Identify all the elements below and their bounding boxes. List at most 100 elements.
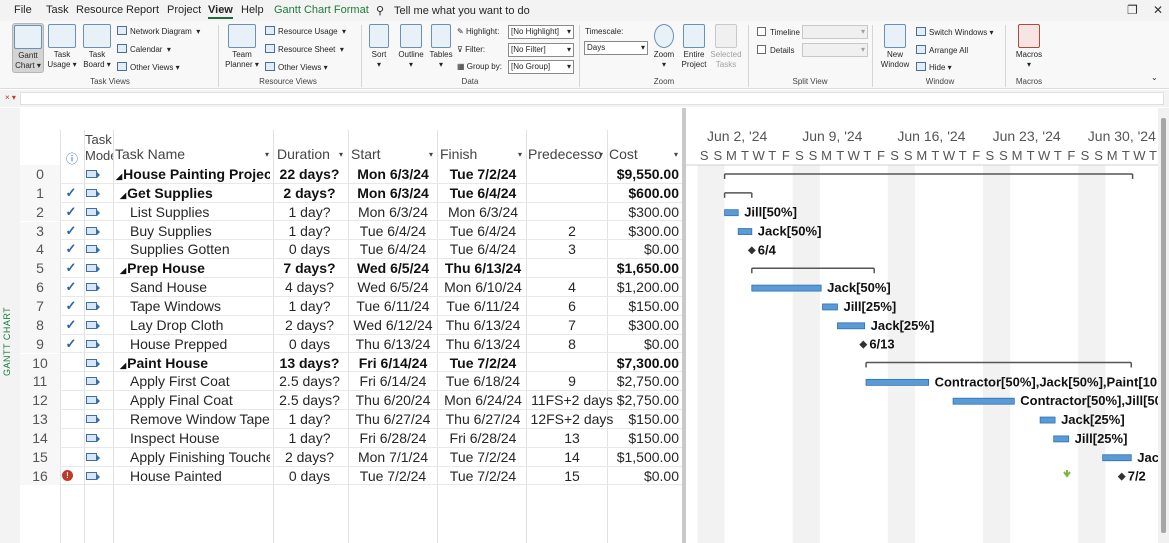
cost-cell[interactable]: $7,300.00 [614,354,679,373]
details-check-box[interactable] [757,45,766,54]
cost-cell[interactable]: $1,650.00 [614,259,679,278]
predecessors-cell[interactable]: 9 [530,372,614,391]
scrollbar-thumb[interactable] [1161,118,1166,533]
task-name-cell[interactable]: ◢Get Supplies [116,184,270,203]
duration-cell[interactable]: 13 days? [272,354,347,373]
start-cell[interactable]: Wed 6/12/24 [350,316,436,335]
cost-cell[interactable]: $0.00 [614,467,679,486]
finish-cell[interactable]: Tue 6/4/24 [439,222,527,241]
task-name-cell[interactable]: Apply Finishing Touches [116,448,270,467]
chevron-down-icon[interactable]: ▾ [339,150,343,159]
table-row[interactable]: 5 ✓ ◢Prep House 7 days? Wed 6/5/24 Thu 6… [20,259,682,279]
details-checkbox[interactable]: Details [757,45,794,55]
start-cell[interactable]: Thu 6/20/24 [350,391,436,410]
finish-cell[interactable]: Thu 6/13/24 [439,259,527,278]
table-row[interactable]: 1 ✓ ◢Get Supplies 2 days? Mon 6/3/24 Tue… [20,183,682,203]
predecessors-cell[interactable]: 3 [530,240,614,259]
start-cell[interactable]: Tue 6/4/24 [350,222,436,241]
task-name-cell[interactable]: Inspect House [116,429,270,448]
finish-cell[interactable]: Tue 7/2/24 [439,448,527,467]
duration-cell[interactable]: 2.5 days? [272,372,347,391]
duration-cell[interactable]: 0 days [272,335,347,354]
menu-resource[interactable]: Resource [76,4,123,16]
duration-cell[interactable]: 2 days? [272,316,347,335]
row-number[interactable]: 16 [20,466,60,486]
table-row[interactable]: 9 ✓ House Prepped 0 days Thu 6/13/24 Thu… [20,334,682,354]
restore-icon[interactable]: ❐ [1127,3,1138,17]
predecessors-cell[interactable]: 11FS+2 days [530,391,614,410]
task-name-cell[interactable]: Supplies Gotten [116,240,270,259]
collapse-triangle-icon[interactable]: ◢ [120,266,126,275]
team-planner-button[interactable]: Team Planner ▾ [224,23,260,73]
predecessors-cell[interactable]: 15 [530,467,614,486]
row-number[interactable]: 6 [20,278,60,297]
collapse-triangle-icon[interactable]: ◢ [120,191,126,200]
predecessors-cell[interactable] [530,184,614,203]
row-number[interactable]: 5 [20,259,60,279]
chevron-down-icon[interactable]: ▾ [674,150,678,159]
table-row[interactable]: 10 ◢Paint House 13 days? Fri 6/14/24 Tue… [20,353,682,373]
switch-windows-button[interactable]: Switch Windows ▾ [916,27,994,37]
row-number[interactable]: 11 [20,372,60,392]
cost-cell[interactable]: $300.00 [614,203,679,222]
row-number[interactable]: 14 [20,428,60,448]
predecessors-cell[interactable] [530,354,614,373]
task-name-cell[interactable]: ◢House Painting Project [116,165,270,184]
row-number[interactable]: 10 [20,353,60,373]
task-name-cell[interactable]: List Supplies [116,203,270,222]
finish-cell[interactable]: Mon 6/3/24 [439,203,527,222]
task-name-cell[interactable]: House Painted [116,467,270,486]
duration-cell[interactable]: 0 days [272,240,347,259]
predecessors-cell[interactable]: 12FS+2 days [530,410,614,429]
start-cell[interactable]: Fri 6/14/24 [350,372,436,391]
start-cell[interactable]: Fri 6/28/24 [350,429,436,448]
task-name-cell[interactable]: Buy Supplies [116,222,270,241]
task-name-cell[interactable]: House Prepped [116,335,270,354]
cost-cell[interactable]: $1,200.00 [614,278,679,297]
duration-cell[interactable]: 1 day? [272,429,347,448]
predecessors-cell[interactable]: 6 [530,297,614,316]
start-cell[interactable]: Mon 6/3/24 [350,203,436,222]
table-row[interactable]: 15 Apply Finishing Touches 2 days? Mon 7… [20,447,682,467]
cost-cell[interactable]: $600.00 [614,184,679,203]
task-mode-column-header[interactable]: Task Mode [85,132,113,164]
cost-cell[interactable]: $9,550.00 [614,165,679,184]
finish-cell[interactable]: Mon 6/10/24 [439,278,527,297]
row-number[interactable]: 7 [20,296,60,316]
resource-other-views-button[interactable]: Other Views ▾ [265,62,328,72]
cost-cell[interactable]: $0.00 [614,335,679,354]
cost-cell[interactable]: $0.00 [614,240,679,259]
duration-cell[interactable]: 22 days? [272,165,347,184]
network-diagram-button[interactable]: Network Diagram ▾ [117,26,200,36]
task-name-cell[interactable]: ◢Paint House [116,354,270,373]
finish-cell[interactable]: Tue 7/2/24 [439,165,527,184]
finish-cell[interactable]: Tue 7/2/24 [439,467,527,486]
entire-project-button[interactable]: Entire Project [679,23,709,73]
task-usage-button[interactable]: Task Usage ▾ [46,23,78,73]
start-cell[interactable]: Thu 6/27/24 [350,410,436,429]
tables-button[interactable]: Tables ▾ [428,23,454,73]
table-row[interactable]: 2 ✓ List Supplies 1 day? Mon 6/3/24 Mon … [20,202,682,222]
finish-cell[interactable]: Thu 6/13/24 [439,316,527,335]
predecessors-cell[interactable] [530,259,614,278]
gantt-chart-button[interactable]: Gantt Chart ▾ [12,23,44,73]
calendar-button[interactable]: Calendar ▾ [117,44,171,54]
duration-cell[interactable]: 4 days? [272,278,347,297]
sort-button[interactable]: Sort ▾ [366,23,392,73]
start-cell[interactable]: Mon 6/3/24 [350,165,436,184]
predecessors-cell[interactable]: 4 [530,278,614,297]
chevron-down-icon[interactable]: ▾ [599,150,603,159]
cost-cell[interactable]: $300.00 [614,222,679,241]
row-number[interactable]: 0 [20,165,60,184]
resource-sheet-button[interactable]: Resource Sheet ▾ [265,44,344,54]
start-cell[interactable]: Tue 7/2/24 [350,467,436,486]
macros-button[interactable]: Macros ▾ [1012,23,1046,73]
start-cell[interactable]: Wed 6/5/24 [350,278,436,297]
duration-cell[interactable]: 0 days [272,467,347,486]
chevron-down-icon[interactable]: ▾ [265,150,269,159]
table-row[interactable]: 14 Inspect House 1 day? Fri 6/28/24 Fri … [20,428,682,448]
duration-column-header[interactable]: Duration ▾ [277,146,348,162]
predecessors-cell[interactable]: 7 [530,316,614,335]
table-row[interactable]: 13 Remove Window Tape 1 day? Thu 6/27/24… [20,410,682,429]
start-cell[interactable]: Mon 6/3/24 [350,184,436,203]
